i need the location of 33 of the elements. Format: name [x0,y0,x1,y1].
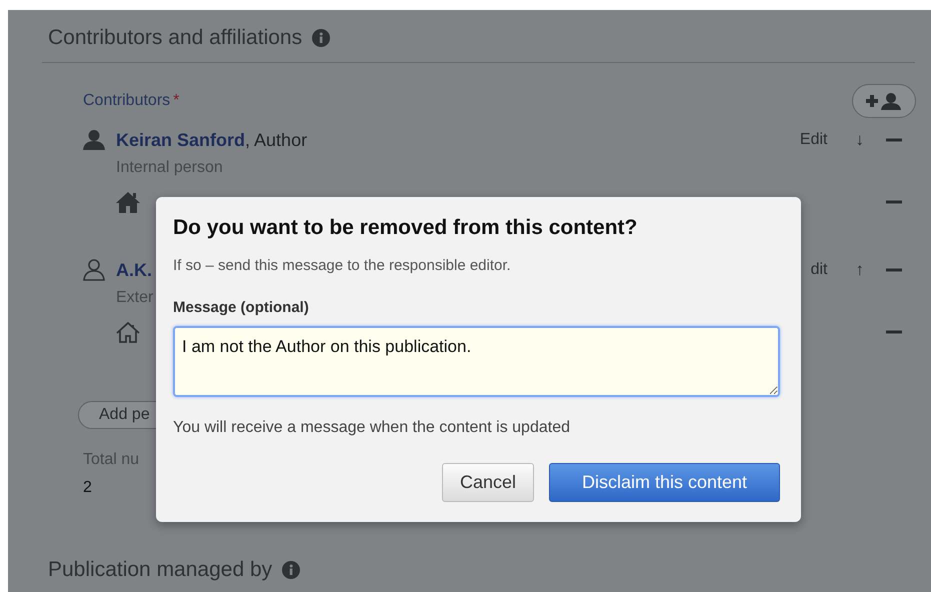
person-type: Exter [116,289,154,306]
person-link[interactable]: A.K. [116,256,152,284]
dialog-note: You will receive a message when the content is updated [173,418,571,438]
remove-icon[interactable] [886,138,902,142]
info-icon [282,561,300,579]
field-label: Message (optional) [173,298,310,318]
total-value: 2 [83,479,92,496]
section-title: Publication managed by [48,557,272,583]
required-mark: * [173,91,180,111]
house-icon [116,192,140,212]
message-field[interactable]: I am not the Author on this publication. [173,326,780,397]
edit-link[interactable]: Edit [788,128,828,152]
person-link[interactable]: Keiran Sanford [116,126,246,154]
total-label: Total nu [83,451,140,468]
person-type: Internal person [116,159,223,176]
add-person-button[interactable] [852,84,916,118]
dialog-subtitle: If so – send this message to the responsible editor. [173,256,512,276]
move-arrow[interactable]: ↑ [856,257,864,283]
info-icon [312,29,330,47]
disclaim-button[interactable]: Disclaim this content [549,463,780,502]
person-icon [83,130,105,150]
dialog-title: Do you want to be removed from this content? [173,215,638,241]
remove-icon[interactable] [886,268,902,272]
remove-icon[interactable] [886,200,902,204]
remove-icon[interactable] [886,330,902,334]
person-role: , Author [245,128,308,152]
house-outline-icon [116,322,140,342]
section-title: Contributors and affiliations [48,25,302,51]
cancel-button[interactable]: Cancel [442,463,534,502]
person-outline-icon [83,259,105,281]
field-label: Contributors [83,91,170,111]
move-arrow[interactable]: ↓ [856,127,864,153]
add-person-icon [866,92,902,110]
